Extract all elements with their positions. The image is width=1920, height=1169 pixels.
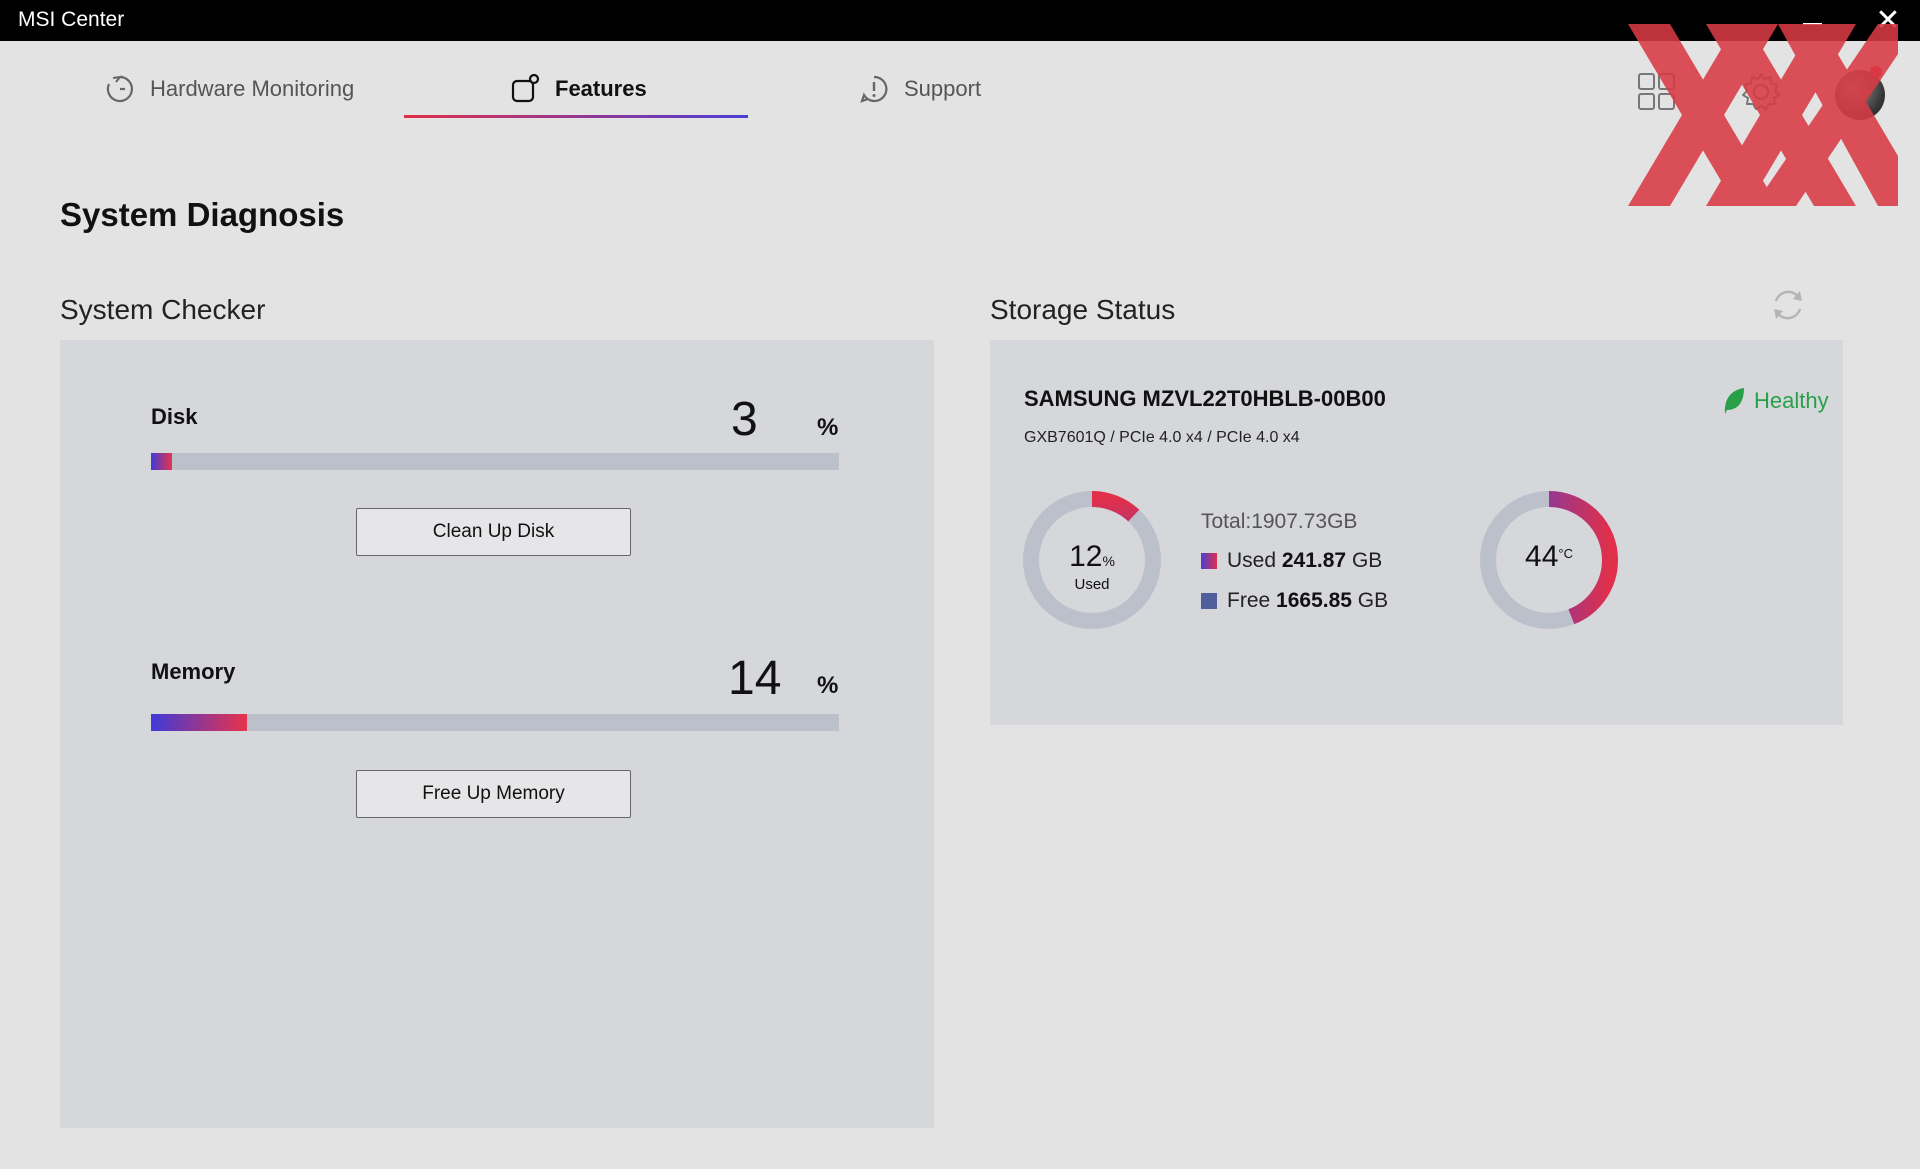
- features-icon: [511, 73, 540, 103]
- used-label: Used: [1227, 549, 1277, 572]
- usage-percent: 12: [1069, 540, 1103, 573]
- disk-label: Disk: [151, 404, 198, 429]
- used-unit: GB: [1351, 549, 1383, 572]
- free-unit: GB: [1357, 589, 1389, 612]
- drive-name: SAMSUNG MZVL22T0HBLB-00B00: [1024, 386, 1386, 411]
- tab-support[interactable]: Support: [858, 60, 981, 118]
- minimize-button[interactable]: [1792, 4, 1832, 38]
- free-up-memory-button[interactable]: Free Up Memory: [356, 770, 631, 818]
- tab-label-support: Support: [904, 76, 982, 101]
- usage-sublabel: Used: [1074, 576, 1110, 593]
- memory-value: 14: [728, 652, 782, 705]
- memory-label: Memory: [151, 659, 236, 684]
- tab-hardware-monitoring[interactable]: Hardware Monitoring: [104, 60, 354, 118]
- legend-free: Free 1665.85 GB: [1201, 589, 1388, 613]
- memory-usage-bar: [151, 714, 839, 731]
- used-swatch: [1201, 553, 1217, 569]
- usage-unit: %: [1102, 553, 1115, 569]
- temperature-unit: °C: [1558, 546, 1573, 561]
- apps-grid-icon[interactable]: [1637, 70, 1677, 112]
- page-title: System Diagnosis: [60, 196, 345, 233]
- gauge-icon: [106, 75, 133, 103]
- leaf-icon: [1724, 388, 1744, 414]
- support-icon: [860, 75, 888, 103]
- tab-label-features: Features: [555, 76, 647, 101]
- health-label: Healthy: [1754, 388, 1829, 413]
- tab-features[interactable]: Features: [509, 60, 647, 118]
- temperature-value: 44: [1525, 540, 1559, 573]
- memory-usage-fill: [151, 714, 248, 731]
- app-title: MSI Center: [18, 8, 125, 31]
- refresh-icon[interactable]: [1768, 285, 1808, 325]
- disk-usage-fill: [151, 453, 172, 470]
- storage-status-title: Storage Status: [990, 294, 1176, 325]
- used-value: 241.87: [1281, 549, 1347, 572]
- drive-spec: GXB7601Q / PCIe 4.0 x4 / PCIe 4.0 x4: [1024, 429, 1300, 446]
- gear-icon[interactable]: [1740, 70, 1782, 114]
- tab-label-hardware-monitoring: Hardware Monitoring: [150, 76, 355, 101]
- notification-dot: [1870, 66, 1882, 78]
- temperature-readout: 44°C: [1479, 540, 1619, 574]
- disk-unit: %: [817, 414, 839, 441]
- health-status: Healthy: [1722, 386, 1829, 416]
- clean-up-disk-button[interactable]: Clean Up Disk: [356, 508, 631, 556]
- close-button[interactable]: ✕: [1868, 4, 1908, 38]
- disk-usage-bar: [151, 453, 839, 470]
- memory-unit: %: [817, 672, 839, 699]
- system-checker-title: System Checker: [60, 294, 266, 325]
- usage-readout: 12% Used: [1022, 540, 1162, 593]
- active-tab-indicator: [404, 115, 748, 118]
- disk-value: 3: [731, 393, 758, 446]
- title-bar: MSI Center ✕: [0, 0, 1920, 41]
- storage-total: Total:1907.73GB: [1201, 510, 1358, 533]
- free-label: Free: [1227, 589, 1271, 612]
- free-value: 1665.85: [1276, 589, 1352, 612]
- legend-used: Used 241.87 GB: [1201, 549, 1382, 573]
- free-swatch: [1201, 593, 1217, 609]
